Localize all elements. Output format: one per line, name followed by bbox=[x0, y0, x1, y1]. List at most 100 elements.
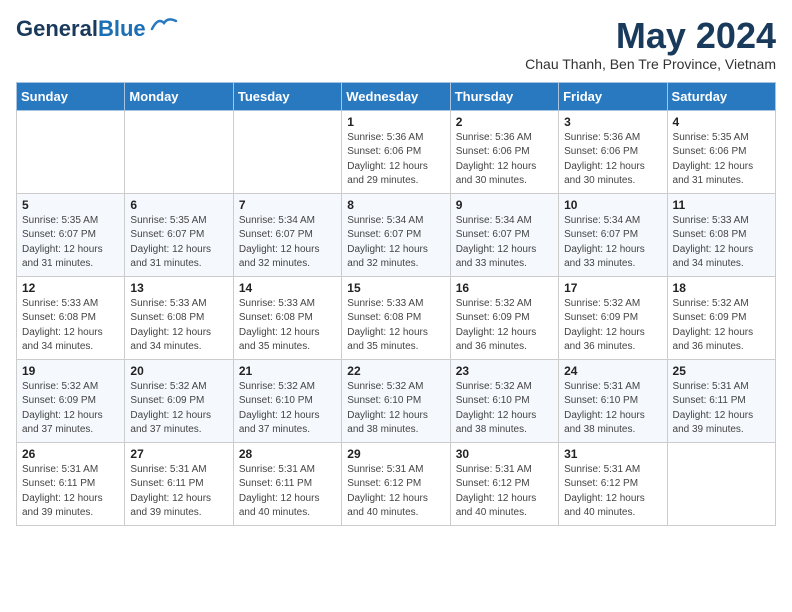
day-info: Sunrise: 5:32 AM Sunset: 6:09 PM Dayligh… bbox=[22, 380, 119, 438]
title-area: May 2024 Chau Thanh, Ben Tre Province, V… bbox=[525, 16, 776, 72]
calendar-cell bbox=[233, 110, 341, 193]
day-number: 15 bbox=[347, 281, 444, 295]
day-info: Sunrise: 5:31 AM Sunset: 6:11 PM Dayligh… bbox=[239, 463, 336, 521]
day-number: 17 bbox=[564, 281, 661, 295]
day-info: Sunrise: 5:32 AM Sunset: 6:09 PM Dayligh… bbox=[130, 380, 227, 438]
logo-blue: Blue bbox=[98, 16, 146, 41]
calendar-week-row: 12 Sunrise: 5:33 AM Sunset: 6:08 PM Dayli… bbox=[17, 276, 776, 359]
day-number: 21 bbox=[239, 364, 336, 378]
calendar-cell: 7Sunrise: 5:34 AM Sunset: 6:07 PM Daylig… bbox=[233, 193, 341, 276]
day-number: 25 bbox=[673, 364, 770, 378]
day-info: Sunrise: 5:36 AM Sunset: 6:06 PM Dayligh… bbox=[564, 131, 661, 189]
day-number: 10 bbox=[564, 198, 661, 212]
day-info: Sunrise: 5:32 AM Sunset: 6:09 PM Dayligh… bbox=[564, 297, 661, 355]
day-info: Sunrise: 5:36 AM Sunset: 6:06 PM Dayligh… bbox=[456, 131, 553, 189]
day-number: 23 bbox=[456, 364, 553, 378]
day-info: Sunrise: 5:35 AM Sunset: 6:07 PM Dayligh… bbox=[22, 214, 119, 272]
calendar-cell: 20 Sunrise: 5:32 AM Sunset: 6:09 PM Dayli… bbox=[125, 359, 233, 442]
calendar-cell: 30Sunrise: 5:31 AM Sunset: 6:12 PM Dayli… bbox=[450, 442, 558, 525]
calendar-cell: 21 Sunrise: 5:32 AM Sunset: 6:10 PM Dayli… bbox=[233, 359, 341, 442]
day-number: 4 bbox=[673, 115, 770, 129]
day-info: Sunrise: 5:33 AM Sunset: 6:08 PM Dayligh… bbox=[347, 297, 444, 355]
calendar-table: SundayMondayTuesdayWednesdayThursdayFrid… bbox=[16, 82, 776, 526]
calendar-cell: 8Sunrise: 5:34 AM Sunset: 6:07 PM Daylig… bbox=[342, 193, 450, 276]
col-header-sunday: Sunday bbox=[17, 82, 125, 110]
day-number: 26 bbox=[22, 447, 119, 461]
day-info: Sunrise: 5:33 AM Sunset: 6:08 PM Dayligh… bbox=[673, 214, 770, 272]
day-number: 6 bbox=[130, 198, 227, 212]
calendar-cell: 11 Sunrise: 5:33 AM Sunset: 6:08 PM Dayli… bbox=[667, 193, 775, 276]
day-info: Sunrise: 5:35 AM Sunset: 6:07 PM Dayligh… bbox=[130, 214, 227, 272]
day-number: 30 bbox=[456, 447, 553, 461]
day-info: Sunrise: 5:31 AM Sunset: 6:10 PM Dayligh… bbox=[564, 380, 661, 438]
calendar-cell: 9 Sunrise: 5:34 AM Sunset: 6:07 PM Daylig… bbox=[450, 193, 558, 276]
calendar-cell: 27Sunrise: 5:31 AM Sunset: 6:11 PM Dayli… bbox=[125, 442, 233, 525]
day-info: Sunrise: 5:33 AM Sunset: 6:08 PM Dayligh… bbox=[239, 297, 336, 355]
logo-text: GeneralBlue bbox=[16, 16, 146, 42]
day-number: 11 bbox=[673, 198, 770, 212]
day-number: 20 bbox=[130, 364, 227, 378]
calendar-cell: 29 Sunrise: 5:31 AM Sunset: 6:12 PM Dayli… bbox=[342, 442, 450, 525]
calendar-cell: 31Sunrise: 5:31 AM Sunset: 6:12 PM Dayli… bbox=[559, 442, 667, 525]
calendar-cell: 13 Sunrise: 5:33 AM Sunset: 6:08 PM Dayli… bbox=[125, 276, 233, 359]
col-header-wednesday: Wednesday bbox=[342, 82, 450, 110]
calendar-cell: 23Sunrise: 5:32 AM Sunset: 6:10 PM Dayli… bbox=[450, 359, 558, 442]
day-number: 9 bbox=[456, 198, 553, 212]
day-number: 13 bbox=[130, 281, 227, 295]
logo-bird-icon bbox=[150, 15, 178, 35]
day-number: 8 bbox=[347, 198, 444, 212]
day-info: Sunrise: 5:31 AM Sunset: 6:11 PM Dayligh… bbox=[673, 380, 770, 438]
page-header: GeneralBlue May 2024 Chau Thanh, Ben Tre… bbox=[16, 16, 776, 72]
calendar-cell: 22 Sunrise: 5:32 AM Sunset: 6:10 PM Dayli… bbox=[342, 359, 450, 442]
day-number: 5 bbox=[22, 198, 119, 212]
day-info: Sunrise: 5:32 AM Sunset: 6:10 PM Dayligh… bbox=[347, 380, 444, 438]
col-header-thursday: Thursday bbox=[450, 82, 558, 110]
calendar-cell: 12Sunrise: 5:33 AM Sunset: 6:08 PM Dayli… bbox=[17, 276, 125, 359]
calendar-week-row: 5 Sunrise: 5:35 AM Sunset: 6:07 PM Daylig… bbox=[17, 193, 776, 276]
calendar-cell: 17 Sunrise: 5:32 AM Sunset: 6:09 PM Dayli… bbox=[559, 276, 667, 359]
calendar-week-row: 19 Sunrise: 5:32 AM Sunset: 6:09 PM Dayli… bbox=[17, 359, 776, 442]
calendar-cell: 3Sunrise: 5:36 AM Sunset: 6:06 PM Daylig… bbox=[559, 110, 667, 193]
col-header-saturday: Saturday bbox=[667, 82, 775, 110]
day-number: 19 bbox=[22, 364, 119, 378]
day-info: Sunrise: 5:32 AM Sunset: 6:10 PM Dayligh… bbox=[239, 380, 336, 438]
day-number: 18 bbox=[673, 281, 770, 295]
logo-general: General bbox=[16, 16, 98, 41]
day-number: 16 bbox=[456, 281, 553, 295]
day-number: 22 bbox=[347, 364, 444, 378]
col-header-monday: Monday bbox=[125, 82, 233, 110]
calendar-cell: 2Sunrise: 5:36 AM Sunset: 6:06 PM Daylig… bbox=[450, 110, 558, 193]
day-info: Sunrise: 5:35 AM Sunset: 6:06 PM Dayligh… bbox=[673, 131, 770, 189]
day-info: Sunrise: 5:31 AM Sunset: 6:11 PM Dayligh… bbox=[22, 463, 119, 521]
calendar-cell: 26 Sunrise: 5:31 AM Sunset: 6:11 PM Dayli… bbox=[17, 442, 125, 525]
calendar-cell: 24 Sunrise: 5:31 AM Sunset: 6:10 PM Dayli… bbox=[559, 359, 667, 442]
day-number: 12 bbox=[22, 281, 119, 295]
calendar-cell: 14 Sunrise: 5:33 AM Sunset: 6:08 PM Dayli… bbox=[233, 276, 341, 359]
day-info: Sunrise: 5:31 AM Sunset: 6:12 PM Dayligh… bbox=[347, 463, 444, 521]
calendar-week-row: 26 Sunrise: 5:31 AM Sunset: 6:11 PM Dayli… bbox=[17, 442, 776, 525]
calendar-cell bbox=[667, 442, 775, 525]
calendar-cell: 18Sunrise: 5:32 AM Sunset: 6:09 PM Dayli… bbox=[667, 276, 775, 359]
day-number: 24 bbox=[564, 364, 661, 378]
day-info: Sunrise: 5:31 AM Sunset: 6:11 PM Dayligh… bbox=[130, 463, 227, 521]
day-number: 14 bbox=[239, 281, 336, 295]
day-info: Sunrise: 5:36 AM Sunset: 6:06 PM Dayligh… bbox=[347, 131, 444, 189]
calendar-cell: 10Sunrise: 5:34 AM Sunset: 6:07 PM Dayli… bbox=[559, 193, 667, 276]
calendar-cell bbox=[125, 110, 233, 193]
location-subtitle: Chau Thanh, Ben Tre Province, Vietnam bbox=[525, 56, 776, 72]
calendar-week-row: 1 Sunrise: 5:36 AM Sunset: 6:06 PM Daylig… bbox=[17, 110, 776, 193]
day-info: Sunrise: 5:32 AM Sunset: 6:09 PM Dayligh… bbox=[456, 297, 553, 355]
day-number: 1 bbox=[347, 115, 444, 129]
calendar-cell: 15 Sunrise: 5:33 AM Sunset: 6:08 PM Dayli… bbox=[342, 276, 450, 359]
day-info: Sunrise: 5:31 AM Sunset: 6:12 PM Dayligh… bbox=[564, 463, 661, 521]
month-year-title: May 2024 bbox=[525, 16, 776, 56]
day-info: Sunrise: 5:33 AM Sunset: 6:08 PM Dayligh… bbox=[130, 297, 227, 355]
col-header-friday: Friday bbox=[559, 82, 667, 110]
calendar-cell: 16 Sunrise: 5:32 AM Sunset: 6:09 PM Dayli… bbox=[450, 276, 558, 359]
day-number: 29 bbox=[347, 447, 444, 461]
logo: GeneralBlue bbox=[16, 16, 178, 42]
day-info: Sunrise: 5:34 AM Sunset: 6:07 PM Dayligh… bbox=[456, 214, 553, 272]
calendar-cell: 28Sunrise: 5:31 AM Sunset: 6:11 PM Dayli… bbox=[233, 442, 341, 525]
day-number: 7 bbox=[239, 198, 336, 212]
calendar-cell: 4 Sunrise: 5:35 AM Sunset: 6:06 PM Daylig… bbox=[667, 110, 775, 193]
